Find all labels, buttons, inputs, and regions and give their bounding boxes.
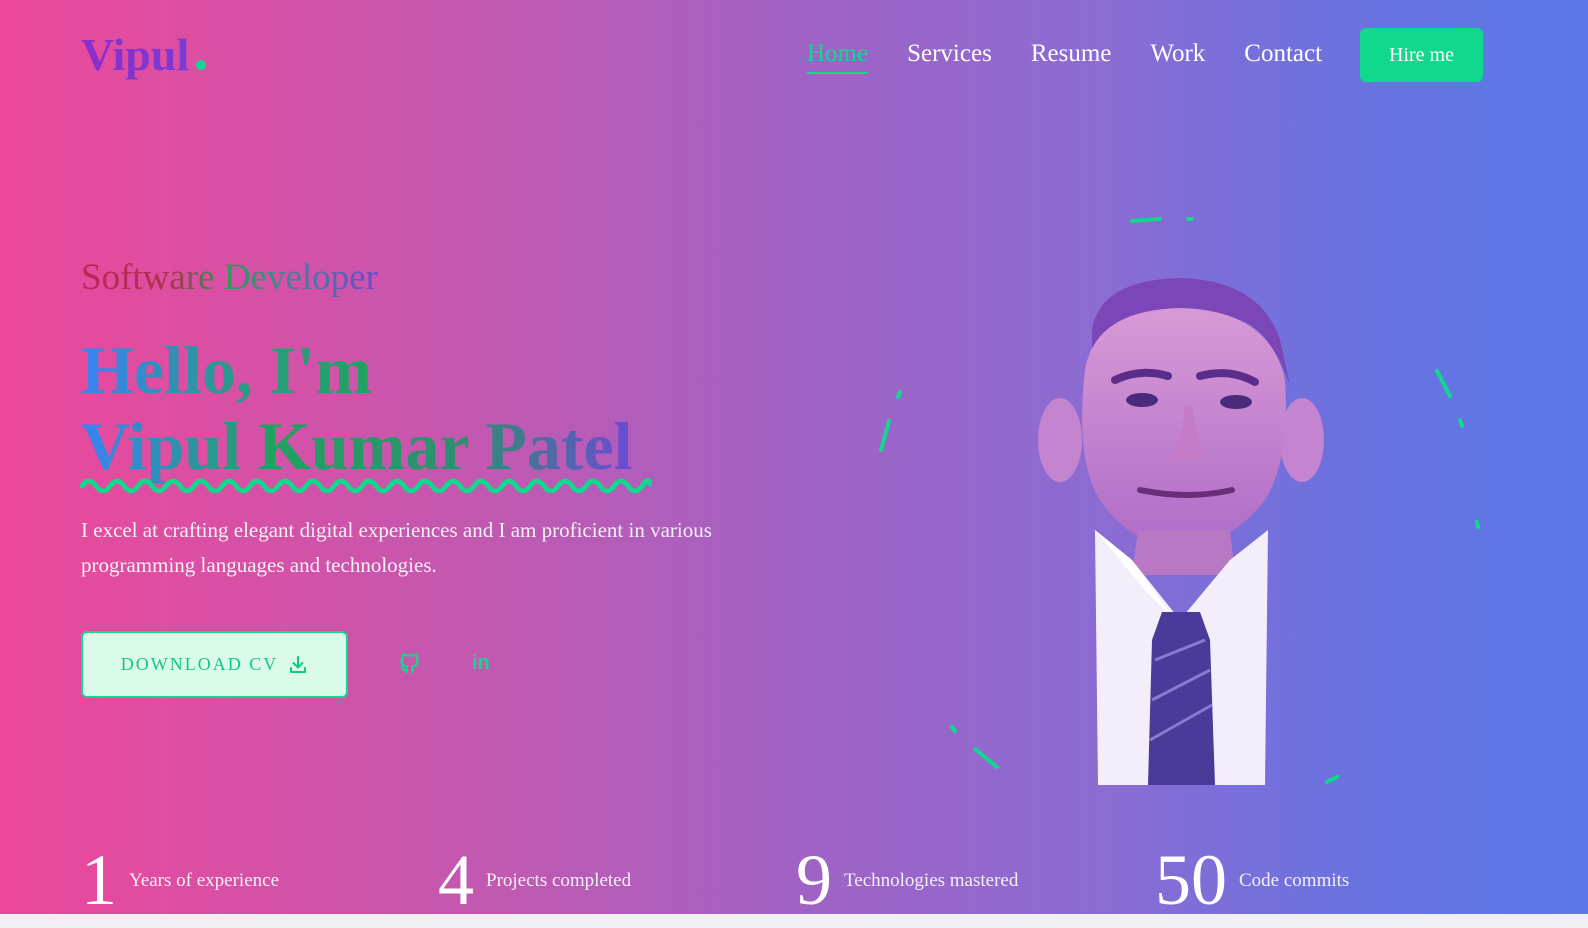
- stat-technologies: 9 Technologies mastered: [796, 840, 1019, 920]
- nav-home[interactable]: Home: [807, 38, 869, 74]
- github-icon: [400, 653, 419, 674]
- stat-technologies-label: Technologies mastered: [844, 870, 1019, 891]
- stat-projects-value: 4: [438, 840, 474, 920]
- hero-subtitle: Software Developer: [81, 257, 378, 298]
- download-cv-label: DOWNLOAD CV: [120, 654, 279, 674]
- download-icon: [290, 655, 307, 673]
- logo[interactable]: Vipul: [81, 28, 189, 81]
- logo-dot: [196, 60, 206, 70]
- stat-years-value: 1: [81, 840, 117, 920]
- nav-work[interactable]: Work: [1150, 38, 1205, 70]
- hero-greeting: Hello, I'm: [81, 332, 372, 408]
- linkedin-link[interactable]: in: [472, 651, 496, 675]
- stat-commits-label: Code commits: [1239, 870, 1350, 891]
- stat-years: 1 Years of experience: [81, 840, 280, 920]
- bottom-edge: [0, 914, 1588, 928]
- github-link[interactable]: [398, 651, 422, 675]
- stat-commits: 50 Code commits: [1155, 840, 1350, 920]
- nav-resume[interactable]: Resume: [1031, 38, 1112, 70]
- nav-services[interactable]: Services: [907, 38, 992, 70]
- stat-years-label: Years of experience: [129, 870, 280, 891]
- nav-contact[interactable]: Contact: [1244, 38, 1322, 70]
- hero-description: I excel at crafting elegant digital expe…: [81, 518, 712, 577]
- stat-technologies-value: 9: [796, 840, 832, 920]
- profile-photo: [1038, 278, 1324, 785]
- profile-photo-area: [870, 200, 1500, 790]
- download-cv-button[interactable]: DOWNLOAD CV: [81, 631, 348, 698]
- name-underline-squiggle: [80, 478, 652, 494]
- hire-me-button[interactable]: Hire me: [1360, 28, 1483, 82]
- site-header: Vipul Home Services Resume Work Contact …: [0, 0, 1588, 110]
- stat-projects: 4 Projects completed: [438, 840, 632, 920]
- main-nav: Home Services Resume Work Contact: [807, 38, 1361, 74]
- stat-commits-value: 50: [1155, 840, 1227, 920]
- linkedin-icon: in: [472, 652, 490, 674]
- stat-projects-label: Projects completed: [486, 870, 632, 891]
